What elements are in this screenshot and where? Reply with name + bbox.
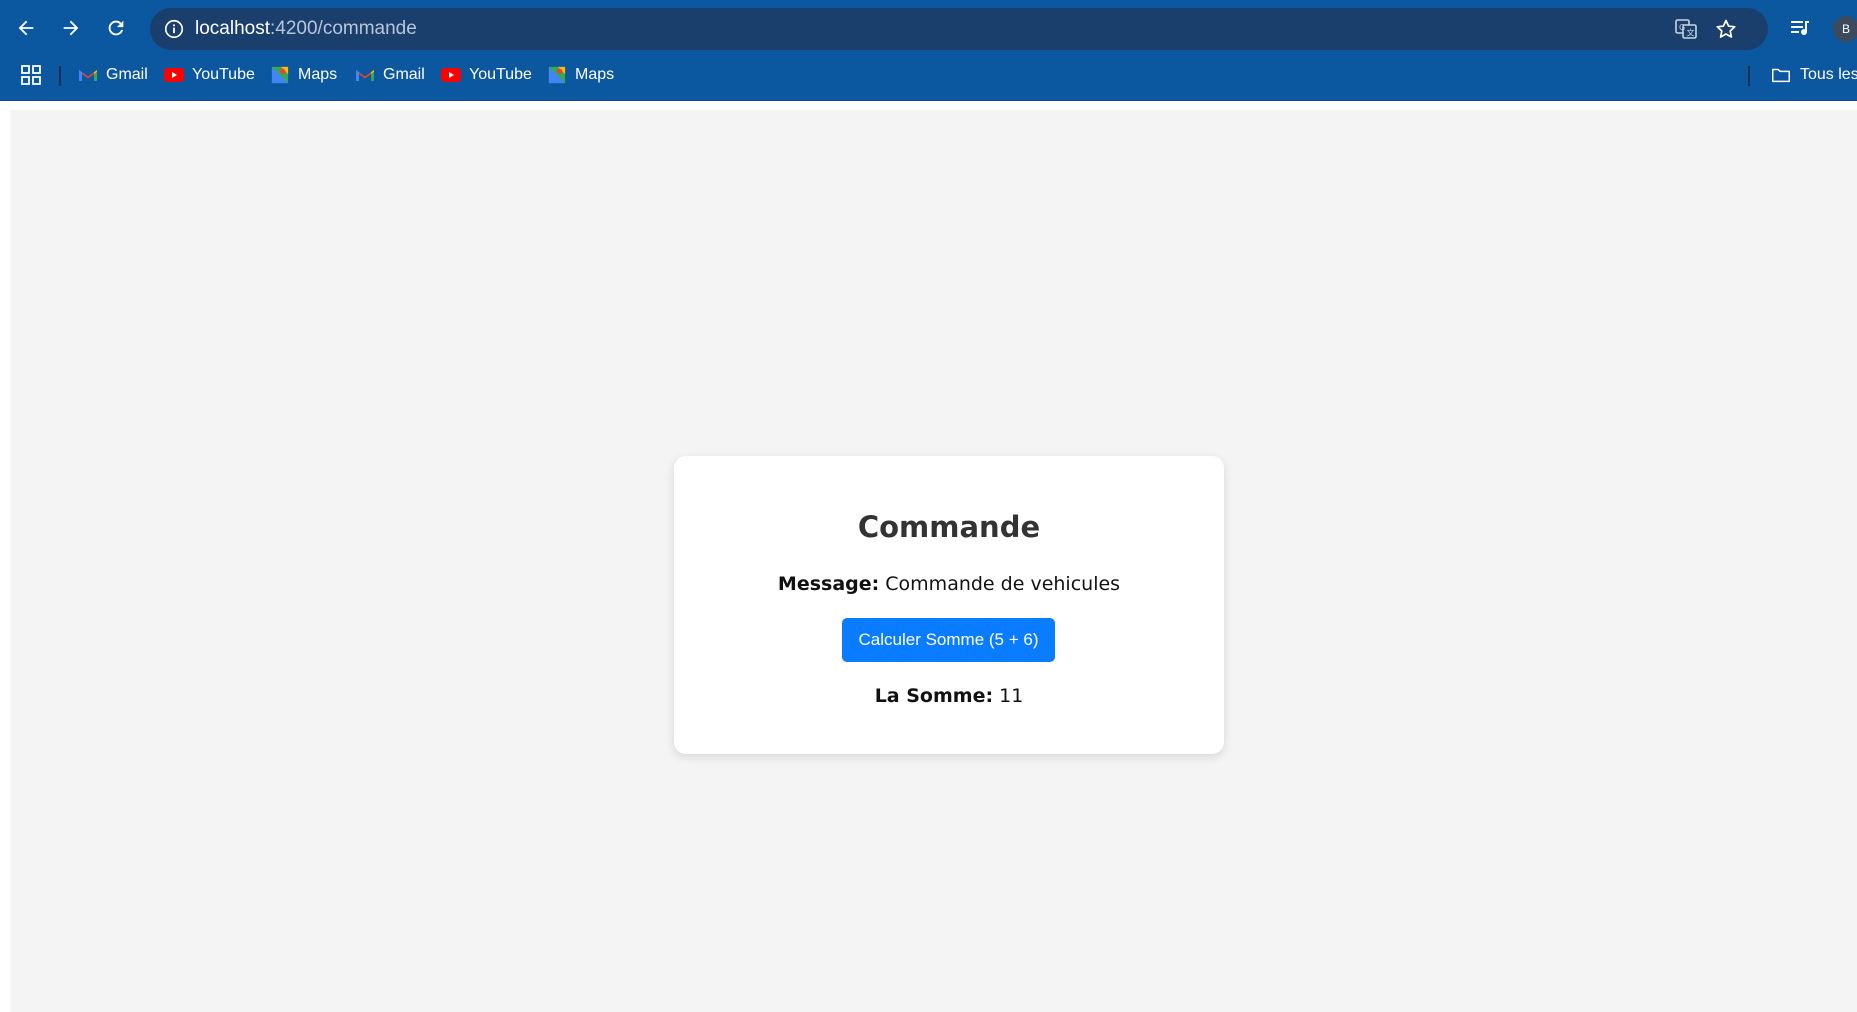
svg-text:文: 文: [1687, 28, 1695, 38]
bookmark-youtube[interactable]: YouTube: [441, 62, 532, 88]
bookmark-maps[interactable]: Maps: [547, 62, 614, 88]
calculate-sum-button[interactable]: Calculer Somme (5 + 6): [842, 618, 1055, 662]
bookmark-gmail[interactable]: Gmail: [355, 62, 425, 88]
bookmark-label: Gmail: [106, 66, 148, 83]
bookmark-star-icon[interactable]: [1714, 17, 1738, 41]
maps-icon: [547, 65, 567, 85]
sum-label: La Somme:: [874, 685, 994, 707]
arrow-right-icon: [63, 20, 79, 36]
bookmark-label: Gmail: [383, 66, 425, 83]
message-value: Commande de vehicules: [885, 573, 1121, 595]
apps-grid-icon[interactable]: [20, 64, 42, 86]
youtube-icon: [164, 65, 184, 85]
bookmark-label: Maps: [298, 66, 338, 83]
url-text[interactable]: localhost:4200/commande: [195, 18, 417, 40]
bookmark-label: YouTube: [192, 66, 255, 83]
gmail-icon: [355, 65, 375, 85]
profile-avatar[interactable]: B: [1833, 16, 1857, 42]
sum-line: La Somme: 11: [674, 685, 1224, 707]
gmail-icon: [78, 65, 98, 85]
url-path: :4200/commande: [270, 18, 417, 39]
commande-card: Commande Message: Commande de vehicules …: [674, 456, 1224, 754]
bookmarks-separator: [59, 66, 61, 86]
page-title: Commande: [857, 510, 1041, 544]
bookmark-youtube[interactable]: YouTube: [164, 62, 255, 88]
browser-toolbar: localhost:4200/commande G 文 B: [0, 0, 1857, 57]
all-bookmarks-label: Tous les: [1800, 66, 1857, 83]
bookmark-label: Maps: [575, 66, 615, 83]
arrow-left-icon: [18, 20, 34, 36]
media-control-icon[interactable]: [1788, 16, 1812, 40]
svg-text:G: G: [1679, 23, 1685, 32]
back-button[interactable]: [4, 6, 48, 50]
bookmark-maps[interactable]: Maps: [270, 62, 337, 88]
bookmark-gmail[interactable]: Gmail: [78, 62, 148, 88]
forward-button[interactable]: [49, 6, 93, 50]
folder-icon: [1772, 68, 1790, 83]
bookmark-label: YouTube: [469, 66, 532, 83]
reload-button[interactable]: [94, 6, 138, 50]
all-bookmarks-button[interactable]: Tous les: [1770, 62, 1857, 88]
youtube-icon: [441, 65, 461, 85]
message-label: Message:: [777, 573, 880, 595]
site-info-icon[interactable]: [162, 17, 186, 41]
address-bar[interactable]: localhost:4200/commande G 文: [150, 8, 1768, 50]
sum-value: 11: [999, 685, 1024, 707]
bookmarks-separator: [1748, 66, 1750, 86]
url-host: localhost: [195, 18, 270, 39]
translate-icon[interactable]: G 文: [1674, 17, 1698, 41]
reload-icon: [108, 20, 124, 36]
maps-icon: [270, 65, 290, 85]
page-viewport: Commande Message: Commande de vehicules …: [10, 110, 1857, 1012]
message-line: Message: Commande de vehicules: [674, 573, 1224, 595]
